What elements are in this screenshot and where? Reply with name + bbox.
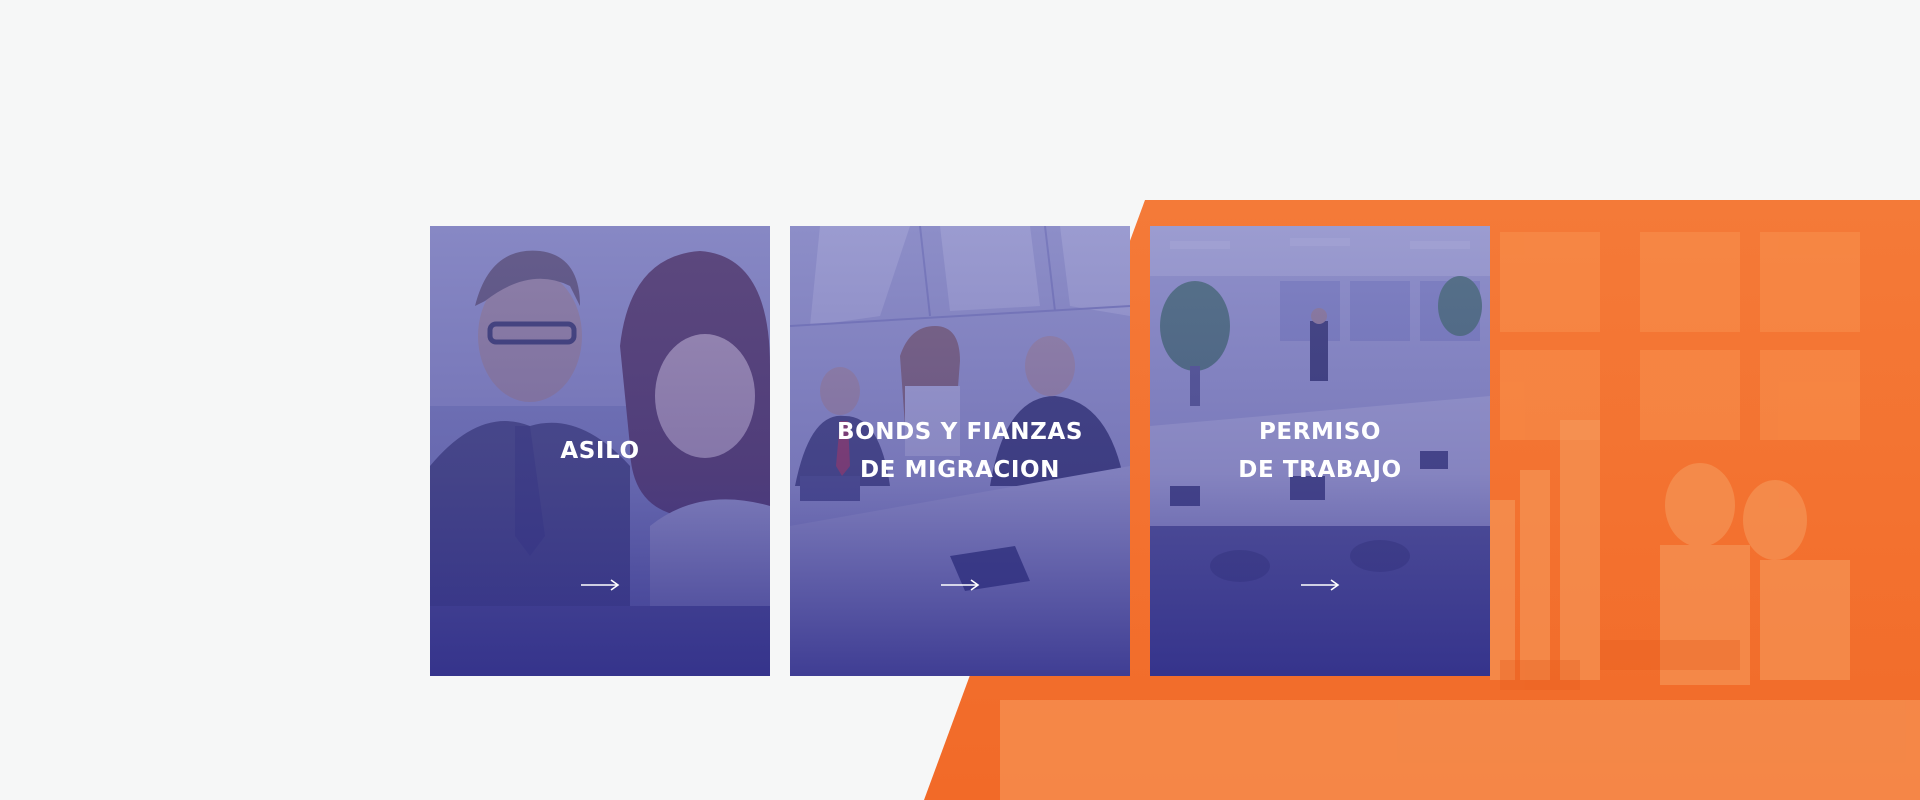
service-card-bonds-fianzas[interactable]: BONDS Y FIANZAS DE MIGRACION	[790, 226, 1130, 676]
service-card-permiso-trabajo[interactable]: PERMISO DE TRABAJO	[1150, 226, 1490, 676]
service-card-asilo[interactable]: ASILO	[430, 226, 770, 676]
card-title: PERMISO DE TRABAJO	[1238, 419, 1402, 483]
card-title: BONDS Y FIANZAS DE MIGRACION	[836, 419, 1084, 483]
card-title: ASILO	[560, 438, 640, 464]
arrow-right-icon[interactable]	[940, 578, 980, 592]
arrow-right-icon[interactable]	[580, 578, 620, 592]
arrow-right-icon[interactable]	[1300, 578, 1340, 592]
services-section: ASILO BONDS Y FIANZAS DE MIGRACION PERMI…	[0, 0, 1920, 800]
